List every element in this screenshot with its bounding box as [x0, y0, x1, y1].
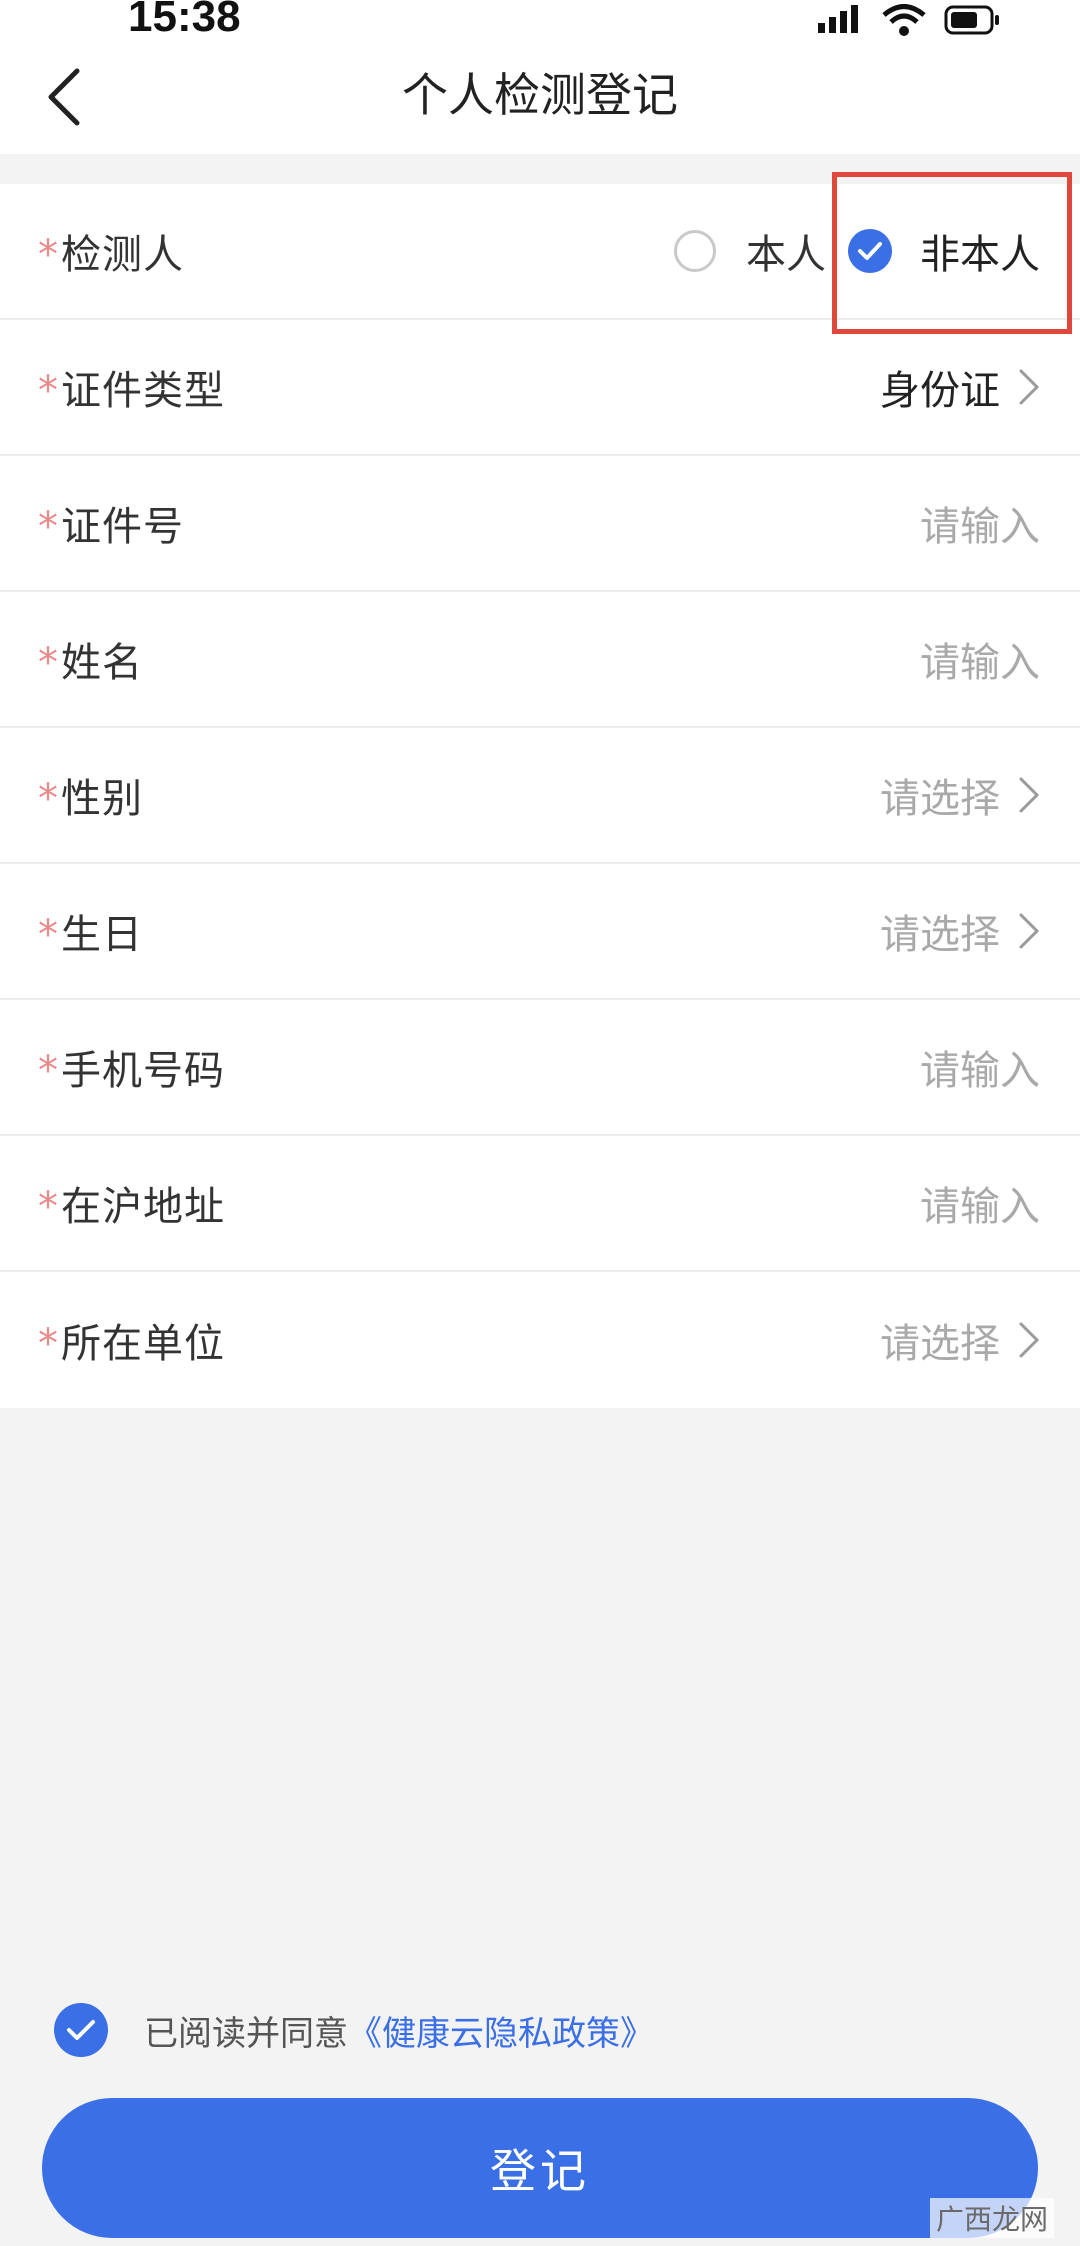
gender-row[interactable]: *性别 请选择 — [0, 728, 1080, 864]
address-label: *在沪地址 — [38, 1184, 225, 1230]
wifi-icon — [882, 4, 926, 36]
gender-select[interactable]: 请选择 — [880, 766, 1000, 824]
tester-label: *检测人 — [38, 232, 184, 278]
id-number-input[interactable]: 请输入 — [920, 494, 1040, 552]
privacy-policy-link[interactable]: 《健康云隐私政策》 — [348, 2006, 654, 2055]
phone-input[interactable]: 请输入 — [920, 1038, 1040, 1096]
chevron-right-icon — [1019, 777, 1040, 813]
required-mark: * — [38, 232, 59, 278]
registration-form: *检测人 本人 非本人 *证件类型 身份证 *证件号 请输入 *姓名 请输入 *… — [0, 184, 1080, 1408]
page-title: 个人检测登记 — [402, 68, 678, 122]
address-row[interactable]: *在沪地址 请输入 — [0, 1136, 1080, 1272]
phone-row[interactable]: *手机号码 请输入 — [0, 1000, 1080, 1136]
id-number-label: *证件号 — [38, 504, 184, 550]
agreement-text: 已阅读并同意 — [144, 2013, 348, 2054]
chevron-right-icon — [1019, 1322, 1040, 1358]
employer-select[interactable]: 请选择 — [880, 1311, 1000, 1369]
radio-self[interactable] — [674, 230, 716, 272]
watermark: 广西龙网 — [929, 2198, 1054, 2238]
id-type-row[interactable]: *证件类型 身份证 — [0, 320, 1080, 456]
check-icon — [67, 2020, 95, 2040]
status-icons — [818, 0, 1002, 40]
id-type-value: 身份证 — [880, 368, 1000, 414]
name-label: *姓名 — [38, 640, 143, 686]
chevron-right-icon — [1019, 369, 1040, 405]
name-input[interactable]: 请输入 — [920, 630, 1040, 688]
battery-icon — [944, 5, 999, 35]
address-input[interactable]: 请输入 — [920, 1174, 1040, 1232]
agreement-checkbox[interactable] — [54, 2003, 108, 2057]
id-type-label: *证件类型 — [38, 368, 225, 414]
id-number-row[interactable]: *证件号 请输入 — [0, 456, 1080, 592]
employer-row[interactable]: *所在单位 请选择 — [0, 1272, 1080, 1408]
nav-bar: 个人检测登记 — [0, 50, 1080, 154]
gender-label: *性别 — [38, 776, 143, 822]
status-time: 15:38 — [128, 0, 241, 41]
highlight-annotation-box — [832, 172, 1072, 334]
phone-label: *手机号码 — [38, 1048, 225, 1094]
register-button[interactable]: 登记 — [42, 2098, 1038, 2238]
status-bar: 15:38 — [0, 0, 1080, 50]
agreement-row: 已阅读并同意 《健康云隐私政策》 — [54, 2003, 654, 2057]
employer-label: *所在单位 — [38, 1321, 225, 1367]
chevron-right-icon — [1019, 913, 1040, 949]
birthday-select[interactable]: 请选择 — [880, 902, 1000, 960]
signal-icon — [818, 5, 858, 33]
name-row[interactable]: *姓名 请输入 — [0, 592, 1080, 728]
radio-self-label[interactable]: 本人 — [746, 222, 826, 280]
birthday-label: *生日 — [38, 912, 143, 958]
birthday-row[interactable]: *生日 请选择 — [0, 864, 1080, 1000]
